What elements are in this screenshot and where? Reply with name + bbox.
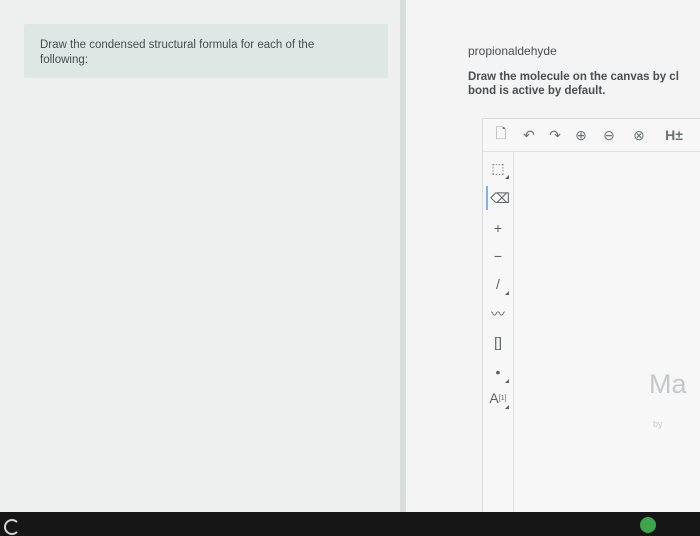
launcher-icon[interactable]	[4, 519, 20, 535]
redo-icon[interactable]: ↷	[545, 125, 565, 145]
atom-label-glyph: A	[489, 390, 499, 406]
watermark-by-text: by	[653, 419, 663, 429]
new-document-icon[interactable]: 🗋	[491, 125, 511, 145]
zoom-out-icon[interactable]: ⊖	[599, 125, 619, 145]
electron-dot-tool[interactable]: •	[486, 360, 510, 384]
molecule-editor: 🗋 ↶ ↷ ⊕ ⊖ ⊗ H± ⬚ ⌫ + − / 〰 [] • A [1] Ma…	[482, 118, 700, 514]
atom-label-tool[interactable]: A [1]	[486, 386, 510, 410]
zoom-in-icon[interactable]: ⊕	[571, 125, 591, 145]
instructions-line-1: Draw the molecule on the canvas by cl	[468, 71, 679, 83]
os-taskbar	[0, 512, 700, 536]
charge-plus-tool[interactable]: +	[486, 216, 510, 240]
question-panel: Draw the condensed structural formula fo…	[0, 0, 400, 512]
chain-tool-icon[interactable]: 〰	[486, 302, 510, 326]
drawing-canvas[interactable]	[514, 152, 700, 513]
hydrogen-toggle[interactable]: H±	[659, 125, 689, 145]
editor-left-toolbar: ⬚ ⌫ + − / 〰 [] • A [1]	[483, 152, 514, 513]
zoom-reset-icon[interactable]: ⊗	[629, 125, 649, 145]
question-prompt-text: Draw the condensed structural formula fo…	[40, 39, 315, 66]
editor-watermark: Ma	[649, 369, 687, 399]
single-bond-tool[interactable]: /	[486, 272, 510, 296]
drawing-instructions: Draw the molecule on the canvas by cl bo…	[468, 70, 700, 98]
selection-tool-icon[interactable]: ⬚	[486, 156, 510, 180]
instructions-line-2: bond is active by default.	[468, 85, 606, 97]
bracket-tool-icon[interactable]: []	[486, 330, 510, 354]
selection-glyph: ⬚	[491, 159, 505, 176]
atom-label-superscript: [1]	[498, 394, 507, 402]
undo-icon[interactable]: ↶	[519, 125, 539, 145]
editor-top-toolbar: 🗋 ↶ ↷ ⊕ ⊖ ⊗ H±	[483, 119, 700, 152]
dot-glyph: •	[495, 364, 501, 380]
charge-minus-tool[interactable]: −	[486, 244, 510, 268]
browser-icon[interactable]	[640, 517, 656, 533]
bond-glyph: /	[496, 276, 500, 292]
answer-panel: propionaldehyde Draw the molecule on the…	[406, 0, 700, 514]
question-prompt-box: Draw the condensed structural formula fo…	[24, 24, 388, 78]
eraser-tool-icon[interactable]: ⌫	[486, 186, 512, 210]
molecule-name: propionaldehyde	[468, 44, 557, 58]
